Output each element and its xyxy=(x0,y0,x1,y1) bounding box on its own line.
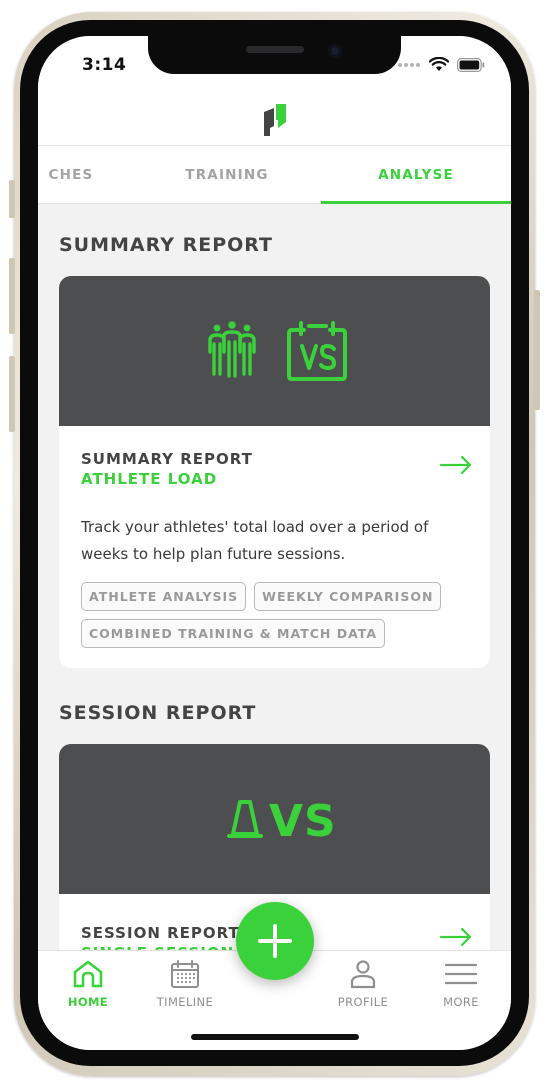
menu-icon xyxy=(445,963,477,985)
status-bar: 3:14 xyxy=(38,36,511,92)
tag-list: ATHLETE ANALYSIS WEEKLY COMPARISON COMBI… xyxy=(81,582,468,648)
add-button[interactable] xyxy=(236,902,314,980)
phone-screen: 3:14 CHES TRAINING ANALYSE SUMMARY REPOR… xyxy=(38,36,511,1050)
section-title-summary: SUMMARY REPORT xyxy=(59,234,274,256)
card-subtitle: ATHLETE LOAD xyxy=(81,470,218,488)
home-icon xyxy=(73,960,103,988)
tag-chip: ATHLETE ANALYSIS xyxy=(81,582,247,611)
wifi-icon xyxy=(429,57,449,71)
tab-label: TRAINING xyxy=(185,167,269,183)
earpiece-speaker xyxy=(246,46,304,53)
card-hero xyxy=(59,276,490,426)
tab-label: CHES xyxy=(48,167,94,183)
notch xyxy=(148,36,401,74)
tab-coaches[interactable]: CHES xyxy=(38,146,116,204)
home-indicator[interactable] xyxy=(191,1034,359,1040)
phone-power-button xyxy=(534,290,540,410)
nav-timeline[interactable]: TIMELINE xyxy=(145,951,225,1015)
card-description: Track your athletes' total load over a p… xyxy=(81,518,429,563)
analyse-content[interactable]: SUMMARY REPORT SUMMARY REPORT ATHLETE LO… xyxy=(38,204,511,952)
cone-icon xyxy=(227,800,263,838)
plus-icon-bar xyxy=(273,924,277,958)
nav-label: HOME xyxy=(67,995,109,1009)
phone-volume-down xyxy=(9,356,15,432)
card-body: SUMMARY REPORT ATHLETE LOAD Track your a… xyxy=(59,426,490,668)
calendar-vs-icon xyxy=(287,321,347,381)
app-header xyxy=(38,92,511,146)
tag-chip: WEEKLY COMPARISON xyxy=(254,582,442,611)
tab-bar: CHES TRAINING ANALYSE xyxy=(38,146,511,204)
nav-label: PROFILE xyxy=(337,995,389,1009)
nav-label: MORE xyxy=(443,995,479,1009)
signal-dots-icon xyxy=(398,62,420,67)
tab-label: ANALYSE xyxy=(378,167,454,183)
tab-analyse[interactable]: ANALYSE xyxy=(321,146,511,204)
front-camera xyxy=(328,44,342,58)
nav-more[interactable]: MORE xyxy=(421,951,501,1015)
section-title-session: SESSION REPORT xyxy=(59,702,257,724)
athletes-group-icon xyxy=(208,321,256,378)
vs-text-icon: VS xyxy=(269,796,337,847)
tag-chip: COMBINED TRAINING & MATCH DATA xyxy=(81,619,386,648)
nav-profile[interactable]: PROFILE xyxy=(323,951,403,1015)
calendar-icon xyxy=(171,960,199,988)
arrow-right-icon[interactable] xyxy=(440,456,472,474)
arrow-right-icon[interactable] xyxy=(440,928,472,946)
app-logo-icon xyxy=(264,104,286,136)
card-kicker: SUMMARY REPORT xyxy=(81,450,253,468)
status-time: 3:14 xyxy=(82,55,127,75)
nav-label: TIMELINE xyxy=(156,995,214,1009)
phone-volume-up xyxy=(9,258,15,334)
card-hero: VS xyxy=(59,744,490,894)
tab-training[interactable]: TRAINING xyxy=(153,146,301,204)
summary-report-card[interactable]: SUMMARY REPORT ATHLETE LOAD Track your a… xyxy=(59,276,490,668)
battery-icon xyxy=(457,57,485,72)
phone-silent-switch xyxy=(9,180,15,218)
nav-home[interactable]: HOME xyxy=(48,951,128,1015)
person-icon xyxy=(350,960,376,989)
status-icons xyxy=(397,57,485,72)
